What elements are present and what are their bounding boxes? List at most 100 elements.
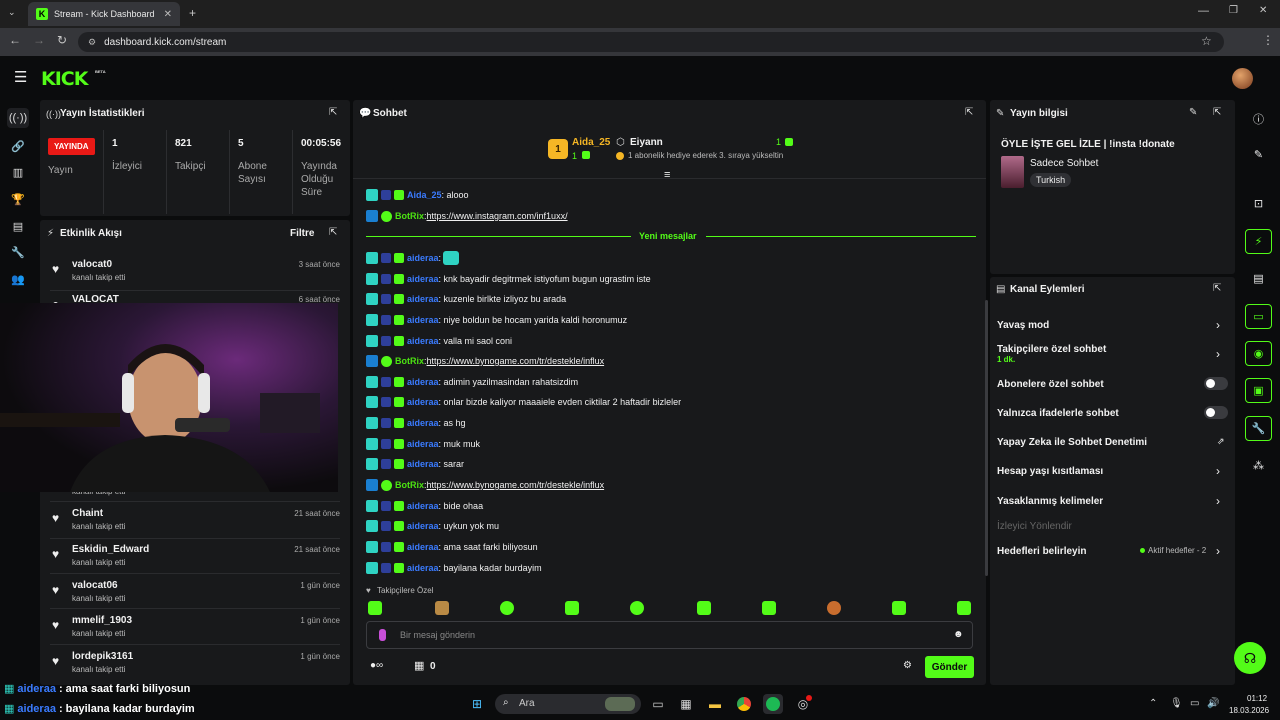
chat-settings-icon[interactable]: ⚙	[903, 660, 912, 671]
restore-icon[interactable]: ❐	[1229, 5, 1238, 16]
kick-logo[interactable]: KICK	[41, 68, 88, 90]
pencil-icon[interactable]: ✎	[1245, 142, 1272, 167]
minimize-icon[interactable]: —	[1198, 5, 1209, 17]
spotify-icon[interactable]	[763, 694, 783, 714]
emote-icon[interactable]	[892, 601, 906, 615]
chevron-right-icon[interactable]: ›	[1216, 494, 1220, 508]
collapse-icon[interactable]: ≡	[664, 169, 670, 181]
task-view-icon[interactable]: ▭	[648, 694, 668, 714]
chat-username[interactable]: aideraa	[407, 253, 439, 263]
store-icon[interactable]: ▦	[414, 659, 424, 672]
rail-trophy-icon[interactable]: 🏆	[7, 189, 29, 209]
tab-search-icon[interactable]: ⌄	[8, 7, 16, 18]
activity-filter-button[interactable]: Filtre	[290, 228, 314, 239]
tab-close-icon[interactable]: ✕	[164, 9, 172, 20]
rail-analytics-icon[interactable]: ▥	[7, 162, 29, 182]
chat-username[interactable]: aideraa	[407, 542, 439, 552]
points-icon[interactable]: ●∞	[370, 660, 383, 671]
user-avatar[interactable]	[1232, 68, 1253, 89]
taskbar-search[interactable]: ⌕ Ara	[495, 694, 641, 714]
chat-username[interactable]: BotRix	[395, 356, 424, 366]
emote-icon[interactable]	[957, 601, 971, 615]
emote-chat-toggle[interactable]	[1204, 406, 1228, 419]
browser-tab[interactable]: K Stream - Kick Dashboard ✕	[28, 2, 180, 26]
wrench-rail-icon[interactable]: 🔧	[1245, 416, 1272, 441]
chat-username[interactable]: aideraa	[407, 521, 439, 531]
info-icon[interactable]: ⓘ	[1245, 106, 1272, 131]
emote-icon[interactable]	[827, 601, 841, 615]
chat-username[interactable]: aideraa	[407, 377, 439, 387]
support-icon[interactable]: ☊	[1234, 642, 1266, 674]
chat-username[interactable]: aideraa	[407, 439, 439, 449]
activity-name[interactable]: lordepik3161	[72, 651, 133, 662]
emote-icon[interactable]	[762, 601, 776, 615]
chevron-right-icon[interactable]: ›	[1216, 318, 1220, 332]
clipboard-icon[interactable]: ▤	[1245, 266, 1272, 291]
chat-username[interactable]: aideraa	[407, 315, 439, 325]
subs-chat-toggle[interactable]	[1204, 377, 1228, 390]
target-icon[interactable]: ⊡	[1245, 191, 1272, 216]
rail-stream-icon[interactable]: ((·))	[7, 108, 29, 128]
chat-username[interactable]: BotRix	[395, 211, 424, 221]
tray-chevron-icon[interactable]: ⌃	[1149, 698, 1157, 709]
send-button[interactable]: Gönder	[925, 656, 974, 678]
chat-username[interactable]: aideraa	[407, 418, 439, 428]
banned-words-action[interactable]: Yasaklanmış kelimeler	[997, 496, 1103, 507]
activity-name[interactable]: Chaint	[72, 508, 103, 519]
chat-link[interactable]: https://www.bynogame.com/tr/destekle/inf…	[427, 480, 605, 490]
activity-popout-icon[interactable]: ⇱	[329, 227, 337, 238]
goals-action[interactable]: Hedefleri belirleyin	[997, 546, 1086, 557]
volume-icon[interactable]: 🔊	[1207, 698, 1219, 709]
new-tab-icon[interactable]: +	[189, 6, 196, 20]
window-close-icon[interactable]: ✕	[1259, 5, 1267, 16]
emote-icon[interactable]	[435, 601, 449, 615]
chat-input[interactable]: Bir mesaj gönderin ☻	[366, 621, 973, 649]
bookmark-star-icon[interactable]: ☆	[1201, 34, 1212, 48]
category-thumbnail[interactable]	[1001, 156, 1024, 188]
emoji-icon[interactable]: ☻	[953, 629, 964, 640]
chat-username[interactable]: Aida_25	[407, 190, 442, 200]
chat-username[interactable]: aideraa	[407, 274, 439, 284]
stream-info-popout-icon[interactable]: ⇱	[1213, 107, 1221, 118]
activity-name[interactable]: valocat06	[72, 580, 118, 591]
chrome-icon[interactable]	[734, 694, 754, 714]
account-age-action[interactable]: Hesap yaşı kısıtlaması	[997, 466, 1103, 477]
category-name[interactable]: Sadece Sohbet	[1030, 158, 1098, 169]
emote-icon[interactable]	[630, 601, 644, 615]
chat-scrollbar[interactable]	[985, 300, 988, 576]
rail-layout-icon[interactable]: ▤	[7, 216, 29, 236]
back-icon[interactable]: ←	[9, 33, 21, 47]
site-info-icon[interactable]: ⚙	[88, 37, 96, 48]
leader-name[interactable]: Aida_25	[572, 137, 610, 148]
file-explorer-icon[interactable]: ▬	[705, 694, 725, 714]
activity-name[interactable]: mmelif_1903	[72, 615, 132, 626]
followers-chat-action[interactable]: Takipçilere özel sohbet	[997, 344, 1106, 355]
chevron-right-icon[interactable]: ›	[1216, 464, 1220, 478]
store-app-icon[interactable]: ▦	[676, 694, 696, 714]
emote-icon[interactable]	[500, 601, 514, 615]
chevron-right-icon[interactable]: ›	[1216, 544, 1220, 558]
chat-username[interactable]: aideraa	[407, 294, 439, 304]
mic-icon[interactable]	[379, 629, 386, 641]
ai-moderation-action[interactable]: Yapay Zeka ile Sohbet Denetimi	[997, 437, 1147, 448]
url-field[interactable]: ⚙ dashboard.kick.com/stream	[78, 32, 1224, 52]
clock-date[interactable]: 18.03.2026	[1229, 706, 1269, 715]
forward-icon[interactable]: →	[33, 33, 45, 47]
chat-username[interactable]: BotRix	[395, 480, 424, 490]
lightning-rail-icon[interactable]: ⚡	[1245, 229, 1272, 254]
mic-tray-icon[interactable]: 🎙	[1170, 698, 1183, 709]
edit-icon[interactable]: ✎	[1189, 107, 1197, 118]
display-icon[interactable]: ▭	[1190, 698, 1199, 709]
emote-icon[interactable]	[368, 601, 382, 615]
layout-rail-icon[interactable]: ▣	[1245, 378, 1272, 403]
chat-username[interactable]: aideraa	[407, 336, 439, 346]
chat-link[interactable]: https://www.bynogame.com/tr/destekle/inf…	[427, 356, 605, 366]
activity-name[interactable]: valocat0	[72, 259, 112, 270]
emote-icon[interactable]	[565, 601, 579, 615]
chat-username[interactable]: aideraa	[407, 501, 439, 511]
external-link-icon[interactable]: ⇗	[1217, 436, 1225, 447]
chat-popout-icon[interactable]: ⇱	[965, 107, 973, 118]
emote-icon[interactable]	[697, 601, 711, 615]
chat-username[interactable]: aideraa	[407, 459, 439, 469]
chat-link[interactable]: https://www.instagram.com/inf1uxx/	[427, 211, 568, 221]
